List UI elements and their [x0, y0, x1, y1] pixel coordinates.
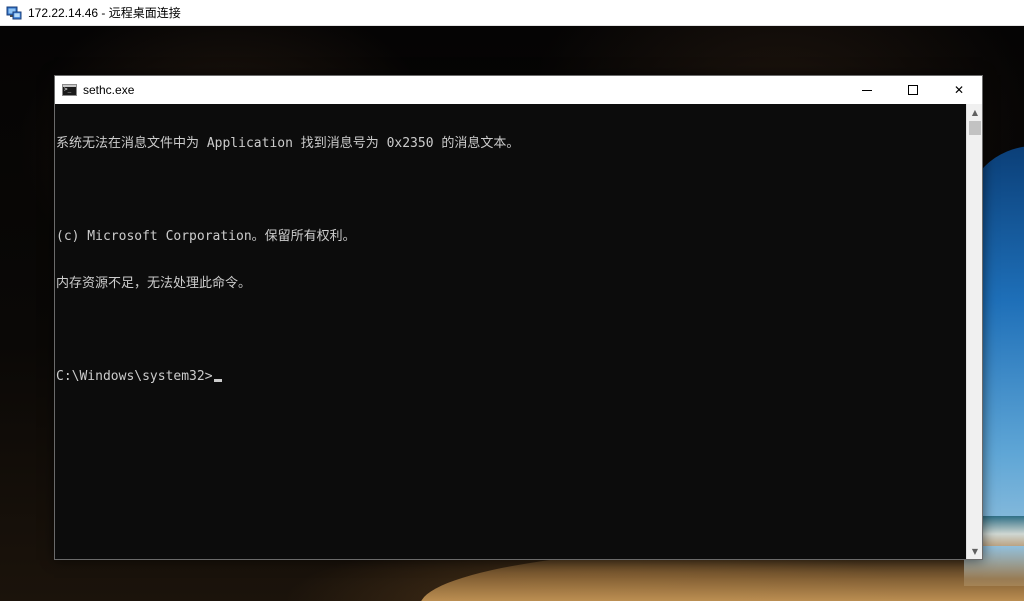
rdp-title-bar[interactable]: 172.22.14.46 - 远程桌面连接: [0, 0, 1024, 26]
console-output[interactable]: 系统无法在消息文件中为 Application 找到消息号为 0x2350 的消…: [55, 104, 967, 559]
maximize-button[interactable]: [890, 76, 936, 104]
scroll-down-button[interactable]: ▼: [967, 543, 983, 559]
wallpaper-sea: [980, 516, 1024, 546]
close-button[interactable]: ✕: [936, 76, 982, 104]
scroll-thumb[interactable]: [969, 121, 981, 135]
console-line: 内存资源不足，无法处理此命令。: [56, 275, 252, 291]
console-line: 系统无法在消息文件中为 Application 找到消息号为 0x2350 的消…: [56, 136, 520, 151]
chevron-up-icon: ▲: [971, 107, 979, 117]
remote-desktop-icon: [6, 5, 22, 21]
chevron-down-icon: ▼: [971, 546, 979, 556]
cmd-icon: [62, 84, 77, 96]
console-line: (c) Microsoft Corporation。保留所有权利。: [56, 229, 356, 244]
close-icon: ✕: [953, 83, 965, 97]
minimize-icon: [862, 89, 872, 91]
text-cursor: [213, 379, 222, 383]
console-window[interactable]: sethc.exe ✕ 系统无法在消息文件中为 Application 找到消息…: [54, 75, 983, 560]
scroll-up-button[interactable]: ▲: [967, 104, 983, 120]
minimize-button[interactable]: [844, 76, 890, 104]
console-title-bar[interactable]: sethc.exe ✕: [55, 76, 982, 104]
window-controls: ✕: [844, 76, 982, 104]
maximize-icon: [908, 85, 918, 95]
console-window-title: sethc.exe: [83, 83, 135, 97]
rdp-window-title: 172.22.14.46 - 远程桌面连接: [28, 6, 181, 20]
command-prompt: C:\Windows\system32>: [56, 368, 213, 384]
vertical-scrollbar[interactable]: ▲ ▼: [966, 104, 982, 559]
command-prompt-line[interactable]: C:\Windows\system32>: [56, 369, 967, 385]
